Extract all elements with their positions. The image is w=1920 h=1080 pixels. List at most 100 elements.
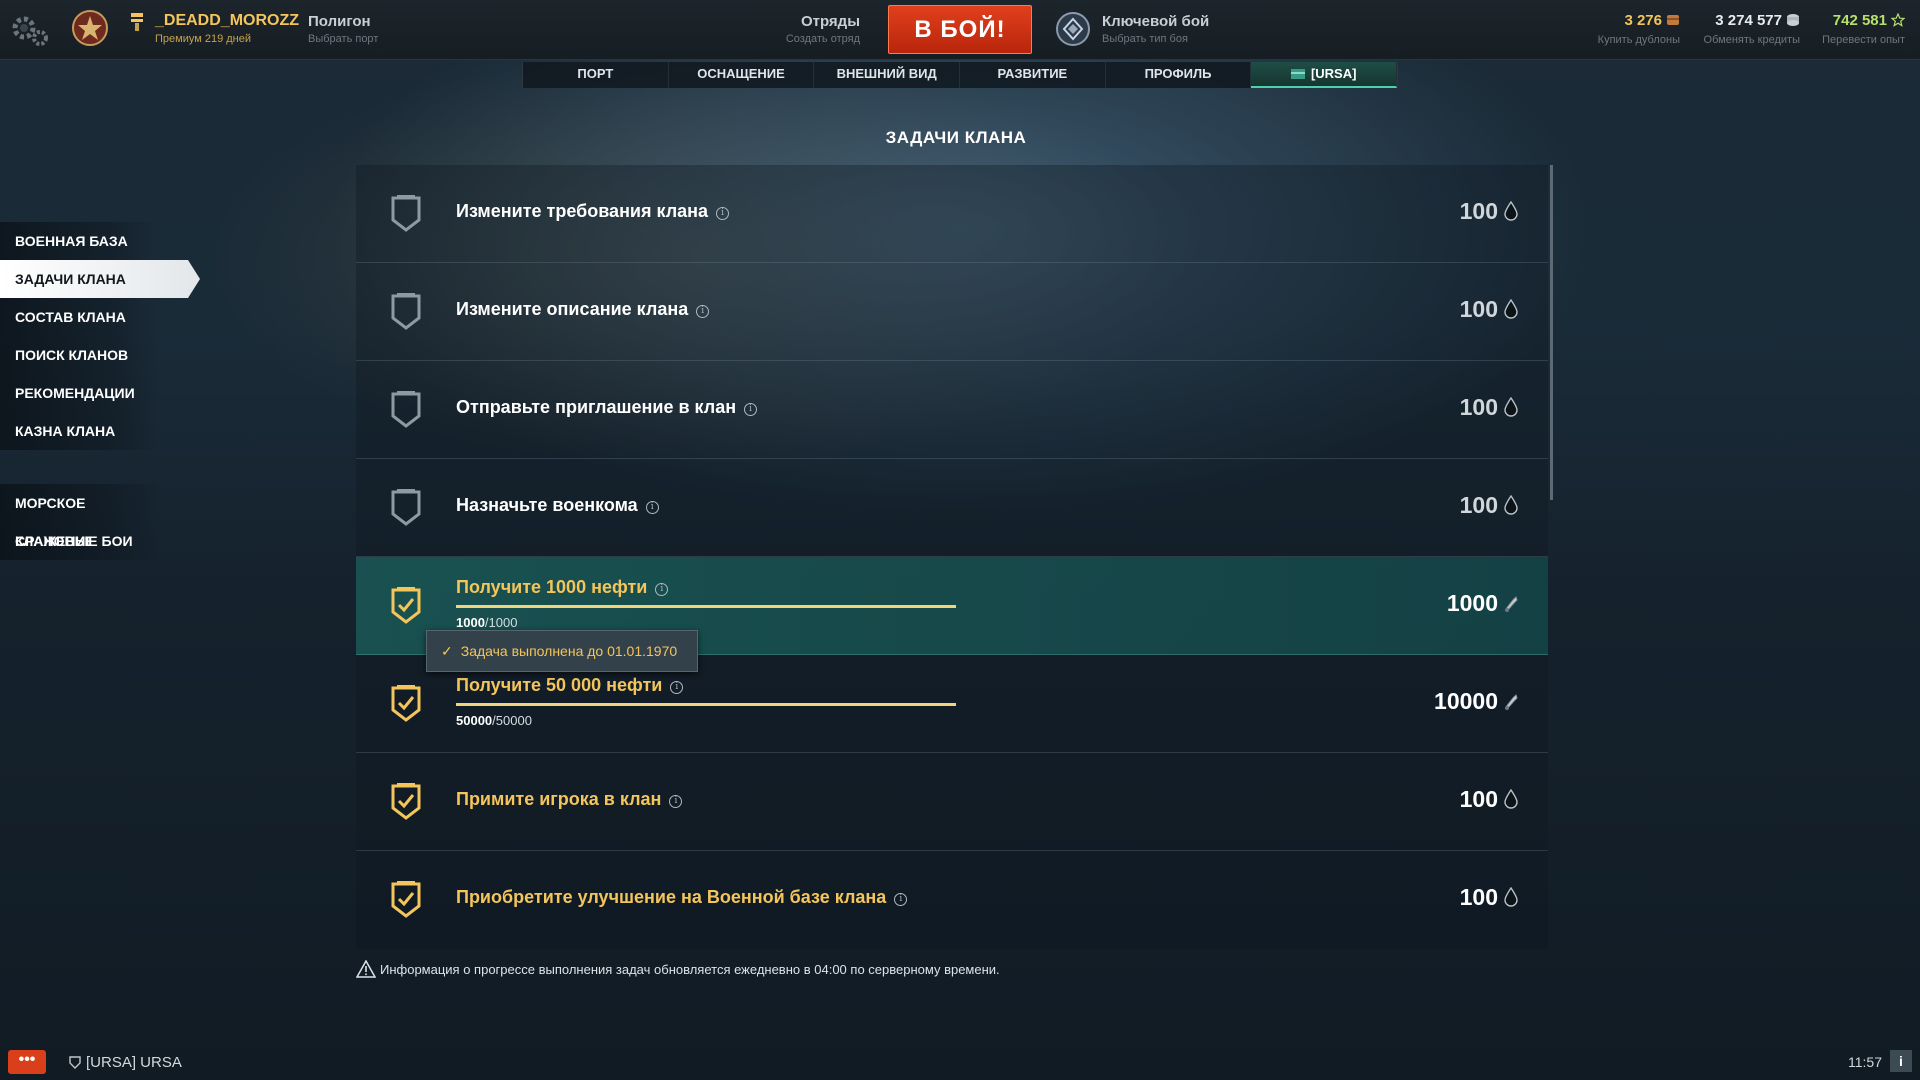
- credits-balance[interactable]: 3 274 577: [1715, 12, 1800, 29]
- sidebar-item-clan-members[interactable]: СОСТАВ КЛАНА: [0, 298, 160, 336]
- notice-text: Информация о прогрессе выполнения задач …: [380, 962, 1000, 977]
- page-title: ЗАДАЧИ КЛАНА: [885, 128, 1027, 147]
- tab-clan[interactable]: [URSA]: [1251, 62, 1398, 88]
- clan-shield-icon: [69, 1056, 81, 1069]
- premium-status[interactable]: Премиум 219 дней: [155, 33, 251, 45]
- battle-type-subtitle[interactable]: Выбрать тип боя: [1102, 33, 1188, 45]
- squads-title[interactable]: Отряды: [801, 13, 860, 30]
- clan-sidebar: ВОЕННАЯ БАЗА ЗАДАЧИ КЛАНА СОСТАВ КЛАНА П…: [0, 222, 205, 560]
- task-pending-shield-icon: [391, 195, 421, 232]
- task-list: Измените требования клана i 100 Измените …: [356, 165, 1548, 949]
- port-selector-title[interactable]: Полигон: [308, 13, 371, 30]
- battle-type-title[interactable]: Ключевой бой: [1102, 13, 1209, 30]
- oil-drop-icon: [1504, 201, 1518, 221]
- player-name[interactable]: _DEADD_MOROZZ: [155, 12, 299, 30]
- clock: 11:57: [1848, 1054, 1882, 1070]
- warning-icon: [356, 960, 376, 978]
- buy-doubloons-link[interactable]: Купить дублоны: [1598, 34, 1680, 46]
- task-title: Получите 50 000 нефти i: [456, 675, 684, 696]
- task-pending-shield-icon: [391, 391, 421, 428]
- tooltip-text: Задача выполнена до 01.01.1970: [460, 643, 678, 659]
- task-reward: 100: [1460, 394, 1518, 421]
- battle-type-icon[interactable]: [1054, 10, 1092, 48]
- task-list-scrollbar[interactable]: [1550, 165, 1553, 500]
- settings-gear-icon[interactable]: [8, 10, 52, 50]
- task-row[interactable]: Измените описание клана i 100: [356, 263, 1548, 361]
- progress-update-notice: Информация о прогрессе выполнения задач …: [356, 960, 1000, 978]
- free-xp-value: 742 581: [1832, 12, 1887, 29]
- task-reward: 10000: [1434, 688, 1518, 715]
- tab-port[interactable]: ПОРТ: [523, 62, 669, 88]
- squads-subtitle[interactable]: Создать отряд: [786, 33, 860, 45]
- task-row[interactable]: Назначьте военкома i 100: [356, 459, 1548, 557]
- task-reward: 100: [1460, 492, 1518, 519]
- info-icon[interactable]: i: [655, 583, 669, 596]
- doubloons-value: 3 276: [1624, 12, 1662, 29]
- task-reward: 100: [1460, 198, 1518, 225]
- to-battle-button[interactable]: В БОЙ!: [888, 5, 1032, 54]
- task-reward: 100: [1460, 786, 1518, 813]
- sidebar-item-treasury[interactable]: КАЗНА КЛАНА: [0, 412, 160, 450]
- info-icon[interactable]: i: [645, 501, 659, 514]
- tab-clan-label: [URSA]: [1310, 66, 1357, 81]
- task-complete-shield-icon: [391, 685, 421, 722]
- player-rank-emblem-icon[interactable]: [70, 8, 110, 48]
- star-icon: [1891, 13, 1905, 27]
- task-title: Отправьте приглашение в клан i: [456, 397, 758, 418]
- task-progress-bar: [456, 605, 956, 608]
- task-title: Назначьте военкома i: [456, 495, 659, 516]
- task-row[interactable]: Измените требования клана i 100: [356, 165, 1548, 263]
- task-reward: 100: [1460, 296, 1518, 323]
- sidebar-item-clan-search[interactable]: ПОИСК КЛАНОВ: [0, 336, 160, 374]
- clan-flag-icon: [1290, 69, 1305, 79]
- rank-badge-icon: [131, 13, 143, 31]
- top-bar: _DEADD_MOROZZ Премиум 219 дней Полигон В…: [0, 0, 1920, 60]
- exchange-credits-link[interactable]: Обменять кредиты: [1704, 34, 1800, 46]
- tab-profile[interactable]: ПРОФИЛЬ: [1106, 62, 1252, 88]
- tab-equipment[interactable]: ОСНАЩЕНИЕ: [669, 62, 815, 88]
- task-reward: 1000: [1447, 590, 1518, 617]
- task-pending-shield-icon: [391, 489, 421, 526]
- sidebar-item-recommendations[interactable]: РЕКОМЕНДАЦИИ: [0, 374, 160, 412]
- sidebar-item-clan-tasks[interactable]: ЗАДАЧИ КЛАНА: [0, 260, 200, 298]
- oil-drop-icon: [1504, 789, 1518, 809]
- clan-chat-channel[interactable]: [URSA] URSA: [68, 1054, 182, 1071]
- task-title: Измените требования клана i: [456, 201, 730, 222]
- task-reward: 100: [1460, 884, 1518, 911]
- info-icon[interactable]: i: [716, 207, 730, 220]
- info-icon[interactable]: i: [670, 681, 684, 694]
- info-icon[interactable]: i: [696, 305, 710, 318]
- tab-appearance[interactable]: ВНЕШНИЙ ВИД: [814, 62, 961, 88]
- sidebar-item-clan-battles[interactable]: КЛАНОВЫЕ БОИ: [0, 522, 160, 560]
- sidebar-item-naval-battle[interactable]: МОРСКОЕ СРАЖЕНИЕ: [0, 484, 160, 549]
- convert-xp-link[interactable]: Перевести опыт: [1822, 34, 1905, 46]
- task-complete-shield-icon: [391, 783, 421, 820]
- wrench-tool-icon: [1505, 596, 1518, 612]
- checkmark-icon: ✓: [441, 643, 453, 659]
- doubloons-balance[interactable]: 3 276: [1624, 12, 1680, 29]
- task-complete-shield-icon: [391, 587, 421, 624]
- task-row[interactable]: Приобретите улучшение на Военной базе кл…: [356, 851, 1548, 949]
- credits-icon: [1787, 14, 1799, 26]
- chat-button[interactable]: •••: [8, 1050, 46, 1074]
- task-complete-shield-icon: [391, 881, 421, 918]
- sidebar-item-military-base[interactable]: ВОЕННАЯ БАЗА: [0, 222, 160, 260]
- info-icon[interactable]: i: [669, 795, 683, 808]
- task-progress-text: 50000/50000: [456, 713, 532, 728]
- info-icon[interactable]: i: [744, 403, 758, 416]
- info-button[interactable]: i: [1890, 1050, 1912, 1072]
- oil-drop-icon: [1504, 299, 1518, 319]
- port-selector-subtitle[interactable]: Выбрать порт: [308, 33, 378, 45]
- info-icon[interactable]: i: [894, 893, 908, 906]
- task-row[interactable]: Примите игрока в клан i 100: [356, 753, 1548, 851]
- task-progress-bar: [456, 703, 956, 706]
- task-row[interactable]: Отправьте приглашение в клан i 100: [356, 361, 1548, 459]
- tab-development[interactable]: РАЗВИТИЕ: [960, 62, 1106, 88]
- task-title: Приобретите улучшение на Военной базе кл…: [456, 887, 908, 908]
- task-title: Измените описание клана i: [456, 299, 710, 320]
- free-xp-balance[interactable]: 742 581: [1833, 12, 1905, 29]
- task-title: Примите игрока в клан i: [456, 789, 683, 810]
- wrench-tool-icon: [1505, 694, 1518, 710]
- credits-value: 3 274 577: [1715, 12, 1782, 29]
